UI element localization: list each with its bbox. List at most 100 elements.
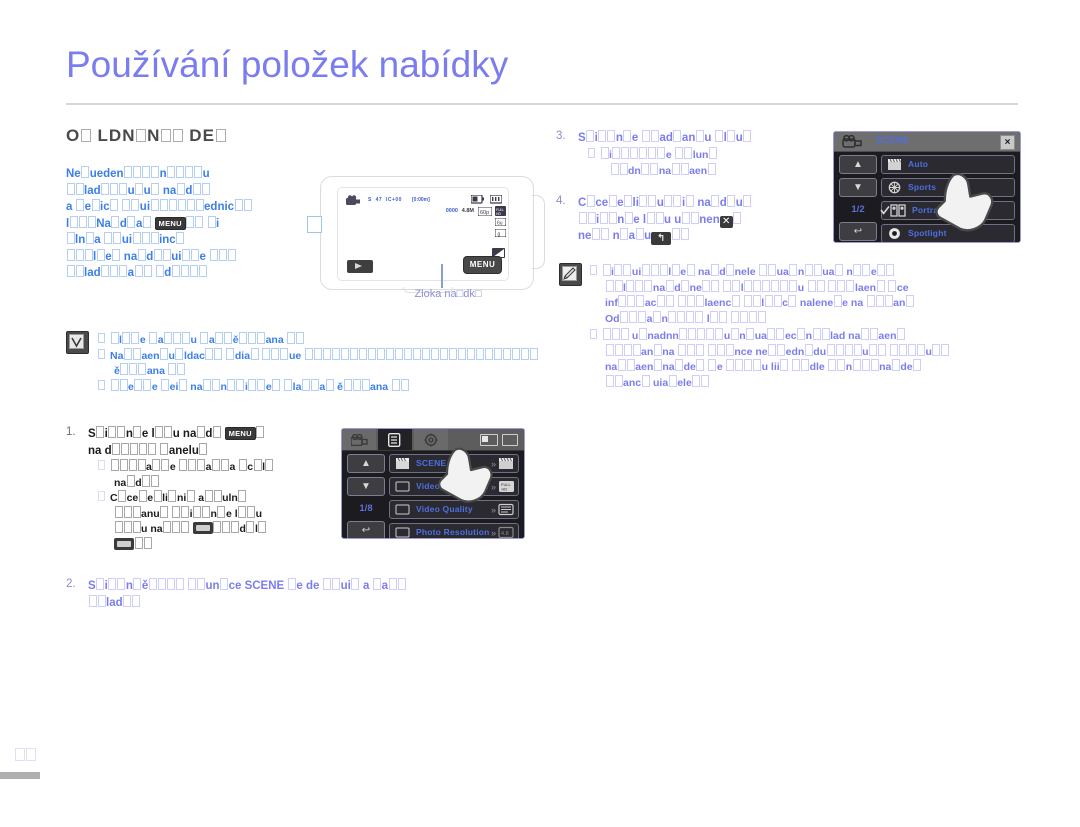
- memory-status-icon: [502, 434, 518, 446]
- step-subitem-cont: u na dl: [98, 521, 328, 537]
- menu-row-label: Video Quality: [416, 504, 473, 514]
- intro-paragraph: Ne ueden n u lad u u na d a e ic ui ednic l Na d a …: [66, 166, 316, 282]
- scene-row-label: Auto: [908, 159, 929, 169]
- fullhd-icon: FULL HD: [499, 481, 514, 492]
- step-4-number: 4.: [556, 195, 566, 207]
- sports-icon: [888, 181, 901, 194]
- intro-line: lad a d: [66, 265, 316, 282]
- note-item-cont: anc uia ele: [590, 374, 1020, 391]
- wind-cut-icon: 6u: [495, 218, 506, 226]
- record-mode-icon: [346, 195, 360, 205]
- menu-row-photo-resolution[interactable]: Photo Resolution » 4.8: [389, 523, 519, 538]
- scene-row-spotlight[interactable]: Spotlight: [881, 224, 1015, 242]
- scroll-down-button[interactable]: ▼: [347, 477, 385, 496]
- scene-row-auto[interactable]: Auto: [881, 155, 1015, 174]
- tab-settings[interactable]: [414, 429, 448, 450]
- gear-icon: [424, 433, 438, 447]
- fullhd-icon: FULL HD: [495, 206, 506, 216]
- lcd-status-text-time: [0:00m]: [412, 197, 430, 203]
- scene-panel-rows: Auto Sports Portrait Spotlight: [880, 155, 1015, 242]
- missing-glyph: [26, 748, 37, 761]
- tab-camera[interactable]: [342, 429, 376, 450]
- close-key-badge: ✕: [719, 215, 733, 228]
- menu-key-badge: MENU: [154, 216, 186, 230]
- step-4-body: Cce e li u i na d u ine lu u nen ✕ ne n a u ↰: [578, 195, 833, 245]
- note-item-cont: na aen na de e u lii dle n na de: [590, 359, 1020, 375]
- battery-status-icon: [480, 434, 498, 446]
- scene-panel[interactable]: SCENE × ▲ ▼ 1/2 ↩ Auto Sports Portrait S…: [833, 131, 1021, 243]
- step-line: Sine ad an u lu: [578, 130, 828, 147]
- close-button[interactable]: ×: [1000, 135, 1015, 150]
- back-button[interactable]: ↩: [839, 222, 877, 241]
- section-heading: O LDN N DE: [66, 126, 227, 146]
- menu-row-scene[interactable]: SCENE »: [389, 454, 519, 473]
- step-subitem: ae aa cl: [98, 459, 328, 475]
- step-subitem-cont: na d: [98, 474, 328, 491]
- note-item-cont: an na nce ne edn du u u: [590, 343, 1020, 360]
- check-icon: [880, 206, 890, 215]
- svg-text:60p: 60p: [480, 210, 489, 216]
- scene-row-portrait[interactable]: Portrait: [880, 201, 1015, 220]
- playback-button[interactable]: [347, 260, 373, 273]
- tip-item-cont: ě ana: [98, 363, 548, 379]
- missing-glyph: [172, 129, 183, 142]
- menu-row-video-resolution[interactable]: Video Resolution » FULL HD: [389, 477, 519, 496]
- quality-icon: [395, 504, 410, 515]
- svg-text:g: g: [498, 231, 501, 237]
- scroll-down-button[interactable]: ▼: [839, 178, 877, 197]
- pencil-note-icon: [562, 266, 577, 281]
- back-button[interactable]: ↩: [347, 521, 385, 538]
- image-stabilizer-icon: g: [495, 229, 506, 237]
- scene-panel-title: SCENE: [876, 135, 910, 145]
- menu-tab-icon: [387, 432, 401, 448]
- svg-text:HD: HD: [502, 487, 508, 492]
- step-1-subitems: ae aa cl na d Cce e li ni a uln anu ine lu u …: [98, 459, 328, 552]
- lcd-menu-button[interactable]: MENU: [463, 256, 502, 274]
- page-title: Používání položek nabídky: [66, 44, 509, 85]
- chevron-right-icon: »: [490, 528, 496, 538]
- menu-panel[interactable]: ▲ ▼ 1/8 ↩ SCENE » Video Resolution » FUL…: [341, 428, 525, 539]
- step-2-number: 2.: [66, 578, 76, 590]
- intro-line: lad u u na d: [66, 182, 316, 200]
- missing-glyph: [161, 129, 172, 142]
- missing-glyph: [136, 129, 147, 142]
- tip-box-icon: [66, 331, 89, 354]
- scene-row-sports[interactable]: Sports: [881, 178, 1015, 197]
- check-box-icon: [69, 334, 84, 349]
- lcd-counter: 0000: [445, 208, 458, 214]
- tab-menu[interactable]: [378, 429, 412, 450]
- missing-glyph: [215, 129, 226, 142]
- step-line: na d anelu: [88, 442, 328, 460]
- step-subitem-cont: anu ine lu: [98, 505, 328, 522]
- step-3-body: Sine ad an u lu: [578, 130, 828, 147]
- note-item: i ui l e na d nele ua n ua ne: [590, 264, 1020, 280]
- portrait-icon: [890, 204, 906, 217]
- chevron-right-icon: »: [490, 459, 496, 469]
- section-heading-text: O: [66, 126, 81, 145]
- lcd-photo-res: 4.8M: [461, 208, 474, 214]
- chevron-right-icon: »: [490, 505, 496, 515]
- page-number: [14, 748, 37, 763]
- svg-text:4.8: 4.8: [501, 531, 509, 537]
- step-2-body: Sině un ce SCENE e de ui a a lad: [88, 578, 528, 611]
- menu-row-video-quality[interactable]: Video Quality »: [389, 500, 519, 519]
- scene-reference: SCENE: [244, 580, 285, 592]
- step-line: ine lu u nen ✕: [578, 211, 833, 229]
- intro-line: l Na d a MENU i: [66, 215, 220, 230]
- step-line: Cce e li u i na d u: [578, 195, 833, 212]
- menu-key-badge: MENU: [224, 427, 256, 440]
- missing-glyph: [81, 129, 92, 142]
- step-subitem-cont: dn na aen: [588, 162, 828, 179]
- menu-row-label: Photo Resolution: [416, 527, 490, 537]
- missing-glyph: [14, 748, 25, 761]
- tip-item: ee ei na n i e la a ě ana: [98, 378, 548, 395]
- scene-panel-titlebar: SCENE ×: [834, 132, 1020, 152]
- menu-panel-rows: SCENE » Video Resolution » FULL HD Video…: [389, 454, 519, 538]
- intro-line: Ne ueden n u: [66, 166, 210, 180]
- scroll-up-button[interactable]: ▲: [839, 155, 877, 174]
- scroll-up-button[interactable]: ▲: [347, 454, 385, 473]
- intro-line: a e ic ui ednic: [66, 199, 316, 216]
- caption-leader-line: [441, 264, 443, 288]
- scene-panel-sidebar: ▲ ▼ 1/2 ↩: [839, 155, 877, 242]
- thumbnail-key-badge: [192, 522, 213, 534]
